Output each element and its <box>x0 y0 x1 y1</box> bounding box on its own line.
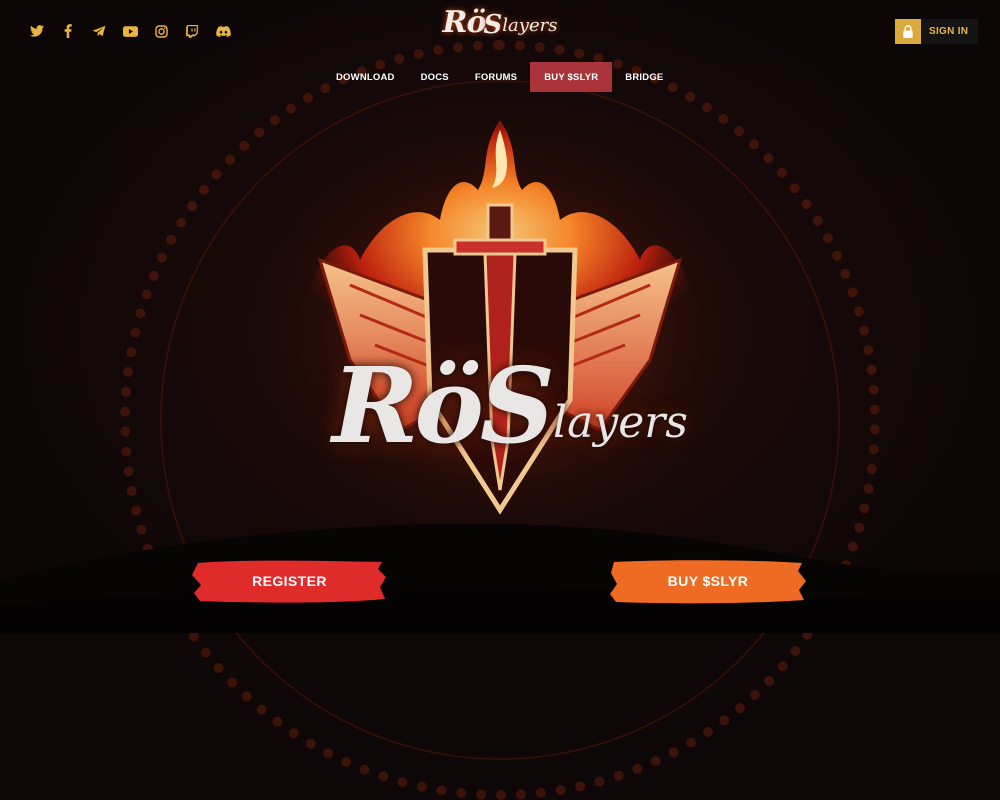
register-button[interactable]: REGISTER <box>192 557 387 605</box>
facebook-icon[interactable] <box>59 22 77 40</box>
nav-forums[interactable]: FORUMS <box>462 62 530 92</box>
nav-buy-slyr[interactable]: BUY $SLYR <box>530 62 613 92</box>
telegram-icon[interactable] <box>90 22 108 40</box>
nav-docs[interactable]: DOCS <box>408 62 462 92</box>
instagram-icon[interactable] <box>152 22 170 40</box>
twitter-icon[interactable] <box>28 22 46 40</box>
main-nav: DOWNLOAD DOCS FORUMS BUY $SLYR BRIDGE <box>323 62 676 92</box>
register-label: REGISTER <box>252 573 327 589</box>
logo-tail-text: layers <box>502 15 558 36</box>
logo-s-text: S <box>483 10 503 40</box>
discord-icon[interactable] <box>214 22 232 40</box>
logo-main-text: Rö <box>442 5 487 40</box>
hero-title-tail: layers <box>553 396 688 448</box>
site-logo[interactable]: Rö S layers <box>440 2 560 40</box>
buy-slyr-button[interactable]: BUY $SLYR <box>610 557 806 605</box>
nav-bridge[interactable]: BRIDGE <box>612 62 676 92</box>
youtube-icon[interactable] <box>121 22 139 40</box>
hero-title-main: RöS <box>332 343 555 467</box>
brush-stroke-divider <box>0 523 1000 633</box>
sign-in-label: SIGN IN <box>929 26 969 37</box>
nav-download[interactable]: DOWNLOAD <box>323 62 408 92</box>
buy-slyr-label: BUY $SLYR <box>667 573 749 589</box>
social-links <box>28 22 232 40</box>
lock-icon <box>895 19 921 44</box>
sign-in-button[interactable]: SIGN IN <box>895 19 978 44</box>
twitch-icon[interactable] <box>183 22 201 40</box>
hero-title: RöS layers <box>300 335 720 475</box>
